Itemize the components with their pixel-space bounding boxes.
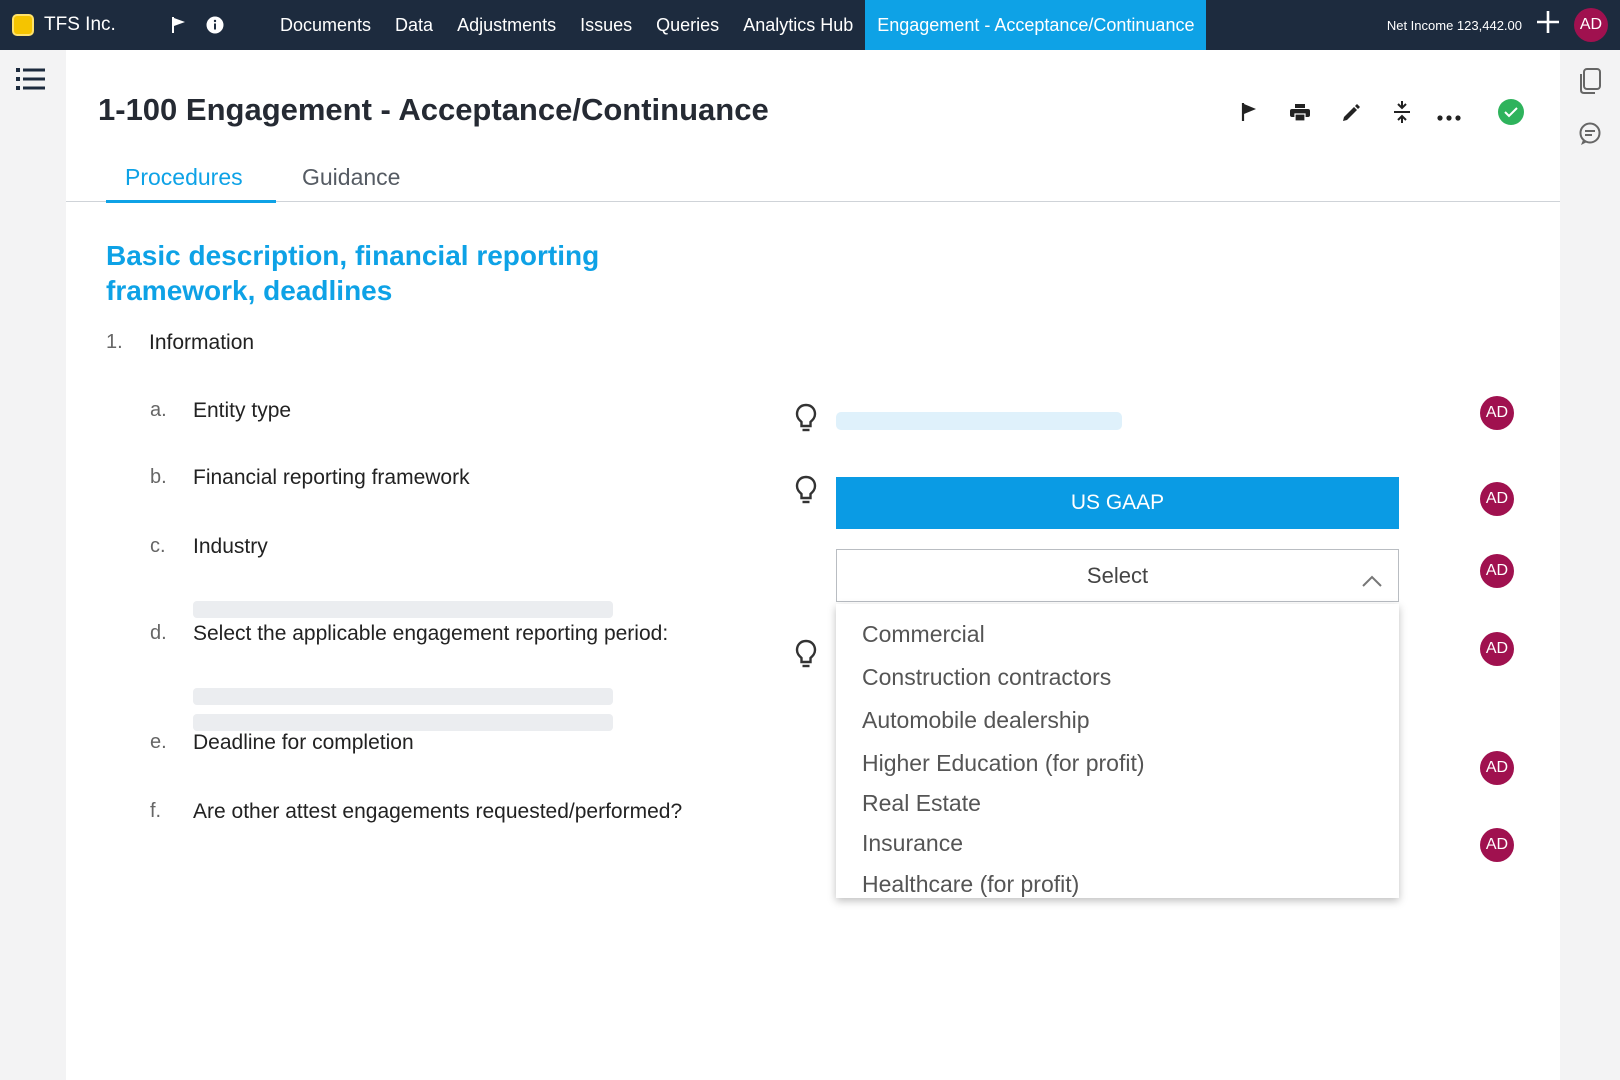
entity-type-input[interactable] (836, 412, 1122, 430)
item-letter: b. (150, 466, 167, 488)
item-letter: f. (150, 800, 162, 822)
copy-icon[interactable] (1578, 68, 1602, 99)
nav-data[interactable]: Data (383, 0, 445, 50)
nav-issues[interactable]: Issues (568, 0, 644, 50)
main-nav: Documents Data Adjustments Issues Querie… (268, 0, 1207, 50)
net-income: Net Income 123,442.00 (1386, 17, 1522, 33)
check-circle-icon[interactable] (1498, 99, 1524, 125)
nav-queries[interactable]: Queries (644, 0, 731, 50)
lightbulb-icon[interactable] (795, 475, 817, 510)
industry-dropdown: Commercial Construction contractors Auto… (836, 604, 1399, 898)
signoff-avatar[interactable]: AD (1480, 828, 1514, 862)
page-title: 1-100 Engagement - Acceptance/Continuanc… (98, 92, 769, 127)
tab-guidance[interactable]: Guidance (302, 162, 400, 202)
deadline-label: Deadline for completion (193, 731, 414, 754)
entity-type-label: Entity type (193, 399, 292, 422)
industry-option[interactable]: Insurance (862, 830, 963, 857)
industry-option[interactable]: Real Estate (862, 790, 981, 817)
industry-label: Industry (193, 535, 268, 558)
flag-icon[interactable] (170, 16, 188, 34)
list-icon[interactable] (16, 67, 46, 96)
reporting-period-placeholder-bar (193, 714, 613, 731)
flag-icon[interactable] (1240, 102, 1258, 127)
signoff-avatar[interactable]: AD (1480, 482, 1514, 516)
nav-engagement-acceptance[interactable]: Engagement - Acceptance/Continuance (865, 0, 1207, 50)
framework-label: Financial reporting framework (193, 466, 470, 489)
top-bar: TFS Inc. Documents Data Adjustments Issu… (0, 0, 1620, 50)
company-brand[interactable]: TFS Inc. (0, 14, 160, 36)
industry-option[interactable]: Construction contractors (862, 664, 1111, 691)
procedure-number: 1. (106, 331, 123, 353)
item-letter: d. (150, 622, 167, 644)
chevron-up-icon (1362, 567, 1382, 593)
procedure-label: Information (149, 331, 255, 354)
section-title: Basic description, financial reporting f… (106, 240, 600, 306)
lightbulb-icon[interactable] (795, 403, 817, 438)
company-logo-icon (12, 14, 34, 36)
signoff-avatar[interactable]: AD (1480, 632, 1514, 666)
comment-icon[interactable] (1578, 122, 1602, 151)
printer-icon[interactable] (1290, 104, 1310, 127)
reporting-period-label: Select the applicable engagement reporti… (193, 622, 669, 645)
collapse-icon[interactable] (1394, 101, 1410, 128)
pencil-icon[interactable] (1342, 104, 1360, 127)
info-icon[interactable] (206, 16, 224, 34)
nav-documents[interactable]: Documents (268, 0, 383, 50)
reporting-period-placeholder-bar (193, 688, 613, 705)
tab-procedures[interactable]: Procedures (106, 162, 276, 203)
industry-select[interactable]: Select (836, 549, 1399, 602)
attest-engagements-label: Are other attest engagements requested/p… (193, 800, 683, 823)
right-rail (1560, 50, 1620, 1080)
industry-option[interactable]: Higher Education (for profit) (862, 750, 1145, 777)
item-letter: c. (150, 535, 166, 557)
lightbulb-icon[interactable] (795, 639, 817, 674)
signoff-avatar[interactable]: AD (1480, 554, 1514, 588)
company-name: TFS Inc. (44, 14, 116, 35)
nav-analytics-hub[interactable]: Analytics Hub (731, 0, 865, 50)
more-icon[interactable] (1437, 108, 1461, 126)
signoff-avatar[interactable]: AD (1480, 751, 1514, 785)
framework-selected-button[interactable]: US GAAP (836, 477, 1399, 529)
user-avatar[interactable]: AD (1574, 8, 1608, 42)
signoff-avatar[interactable]: AD (1480, 396, 1514, 430)
industry-placeholder-bar (193, 601, 613, 618)
tab-bar: Procedures Guidance (66, 162, 1560, 203)
nav-adjustments[interactable]: Adjustments (445, 0, 568, 50)
industry-option[interactable]: Commercial (862, 621, 985, 648)
industry-option[interactable]: Automobile dealership (862, 707, 1090, 734)
left-rail (0, 50, 66, 1080)
item-letter: e. (150, 731, 167, 753)
industry-option[interactable]: Healthcare (for profit) (862, 871, 1079, 898)
main-content: 1-100 Engagement - Acceptance/Continuanc… (66, 50, 1560, 1080)
add-button[interactable] (1536, 10, 1560, 40)
industry-select-value: Select (1086, 562, 1149, 588)
item-letter: a. (150, 399, 167, 421)
